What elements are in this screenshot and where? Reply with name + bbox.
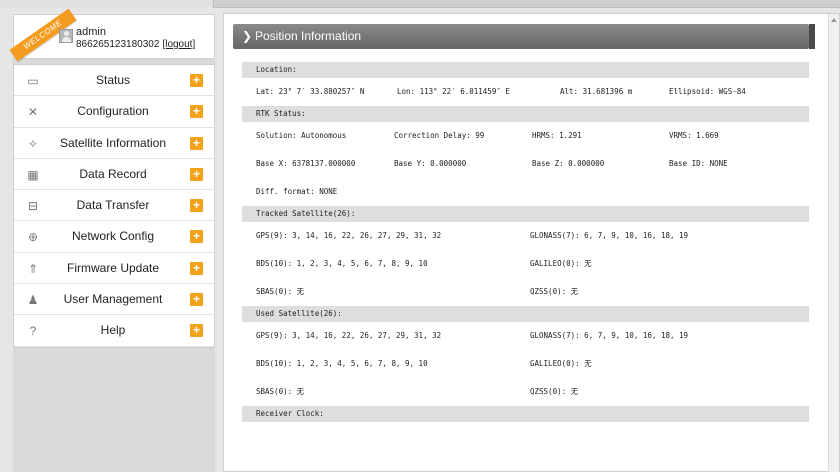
- expand-icon[interactable]: +: [190, 199, 203, 213]
- menu-item-network-config[interactable]: ⊕ Network Config +: [14, 221, 214, 253]
- tracked-row-3: SBAS(0): 无 QZSS(0): 无: [242, 278, 809, 306]
- globe-icon: ⊕: [27, 230, 39, 245]
- sidebar: WELCOME admin 866265123180302 [logout] ▭ …: [9, 8, 215, 472]
- expand-icon[interactable]: +: [190, 230, 203, 244]
- device-id-line: 866265123180302 [logout]: [76, 39, 195, 50]
- menu-item-help[interactable]: ? Help +: [14, 315, 214, 347]
- side-menu: ▭ Status + ✕ Configuration + ✧ Satellite…: [13, 64, 215, 348]
- username: admin: [76, 26, 106, 38]
- ellipsoid-value: Ellipsoid: WGS-84: [669, 87, 746, 96]
- expand-icon[interactable]: +: [190, 136, 203, 150]
- used-sbas: SBAS(0): 无: [256, 387, 305, 396]
- menu-label: User Management: [63, 292, 163, 307]
- menu-label: Status: [95, 73, 131, 87]
- scroll-up-icon[interactable]: [831, 18, 837, 22]
- main-panel: ❯ Position Information Location: Lat: 23…: [223, 13, 840, 472]
- device-id: 866265123180302: [76, 39, 160, 50]
- monitor-icon: ▭: [27, 74, 39, 88]
- used-gps: GPS(9): 3, 14, 16, 22, 26, 27, 29, 31, 3…: [256, 331, 442, 340]
- menu-label: Data Record: [79, 166, 147, 181]
- tracked-gps: GPS(9): 3, 14, 16, 22, 26, 27, 29, 31, 3…: [256, 231, 442, 240]
- user-card: WELCOME admin 866265123180302 [logout]: [9, 8, 215, 62]
- expand-icon[interactable]: +: [190, 105, 203, 119]
- chevron-right-icon: ❯: [242, 29, 253, 43]
- panel-title: Position Information: [255, 29, 362, 43]
- location-row: Lat: 23° 7′ 33.880257″ N Lon: 113° 22′ 6…: [242, 78, 809, 106]
- users-icon: ♟: [27, 293, 39, 308]
- section-header-clock: Receiver Clock:: [242, 406, 809, 422]
- vrms-value: VRMS: 1.669: [669, 131, 719, 140]
- upload-icon: ⇑: [27, 261, 39, 276]
- top-bar: [0, 0, 840, 8]
- tracked-row-2: BDS(10): 1, 2, 3, 4, 5, 6, 7, 8, 9, 10 G…: [242, 250, 809, 278]
- base-z-value: Base Z: 0.000000: [532, 159, 605, 168]
- section-header-location: Location:: [242, 62, 809, 78]
- used-row-3: SBAS(0): 无 QZSS(0): 无: [242, 378, 809, 406]
- used-bds: BDS(10): 1, 2, 3, 4, 5, 6, 7, 8, 9, 10: [256, 359, 428, 368]
- menu-item-configuration[interactable]: ✕ Configuration +: [14, 96, 214, 128]
- menu-label: Help: [100, 323, 126, 338]
- menu-item-satellite-information[interactable]: ✧ Satellite Information +: [14, 128, 214, 159]
- menu-label: Data Transfer: [76, 198, 150, 213]
- base-x-value: Base X: 6378137.000000: [256, 159, 356, 168]
- alt-value: Alt: 31.681396 m: [560, 87, 633, 96]
- avatar-icon: [59, 29, 73, 43]
- calendar-icon: ▦: [27, 167, 39, 182]
- help-icon: ?: [29, 324, 37, 339]
- satellite-icon: ✧: [27, 136, 39, 151]
- logout-link[interactable]: [logout]: [162, 39, 195, 50]
- menu-item-status[interactable]: ▭ Status +: [14, 65, 214, 97]
- expand-icon[interactable]: +: [190, 261, 203, 275]
- used-qzss: QZSS(0): 无: [530, 387, 579, 396]
- panel-title-bar: ❯ Position Information: [233, 24, 815, 49]
- used-row-1: GPS(9): 3, 14, 16, 22, 26, 27, 29, 31, 3…: [242, 322, 809, 350]
- used-galileo: GALILEO(0): 无: [530, 359, 592, 368]
- expand-icon[interactable]: +: [190, 74, 203, 87]
- solution-value: Solution: Autonomous: [256, 131, 347, 140]
- rtk-row-3: Diff. format: NONE: [242, 178, 809, 206]
- section-header-tracked: Tracked Satellite(26):: [242, 206, 809, 222]
- hrms-value: HRMS: 1.291: [532, 131, 582, 140]
- menu-item-data-transfer[interactable]: ⊟ Data Transfer +: [14, 190, 214, 222]
- base-id-value: Base ID: NONE: [669, 159, 728, 168]
- correction-delay-value: Correction Delay: 99: [394, 131, 485, 140]
- info-content: Location: Lat: 23° 7′ 33.880257″ N Lon: …: [242, 62, 809, 422]
- tools-icon: ✕: [27, 105, 39, 120]
- section-header-used: Used Satellite(26):: [242, 306, 809, 322]
- transfer-icon: ⊟: [27, 199, 39, 214]
- rtk-row-2: Base X: 6378137.000000 Base Y: 0.000000 …: [242, 150, 809, 178]
- tracked-glonass: GLONASS(7): 6, 7, 9, 10, 16, 18, 19: [530, 231, 689, 240]
- tracked-qzss: QZSS(0): 无: [530, 287, 579, 296]
- menu-label: Firmware Update: [66, 260, 160, 275]
- tracked-galileo: GALILEO(0): 无: [530, 259, 592, 268]
- expand-icon[interactable]: +: [190, 293, 203, 307]
- top-tab: [0, 0, 214, 8]
- base-y-value: Base Y: 0.000000: [394, 159, 467, 168]
- lon-value: Lon: 113° 22′ 6.011459″ E: [397, 87, 510, 96]
- menu-label: Satellite Information: [59, 135, 167, 150]
- lat-value: Lat: 23° 7′ 33.880257″ N: [256, 87, 365, 96]
- expand-icon[interactable]: +: [190, 167, 203, 181]
- tracked-sbas: SBAS(0): 无: [256, 287, 305, 296]
- tracked-row-1: GPS(9): 3, 14, 16, 22, 26, 27, 29, 31, 3…: [242, 222, 809, 250]
- expand-icon[interactable]: +: [190, 324, 203, 338]
- menu-label: Configuration: [77, 104, 149, 119]
- used-row-2: BDS(10): 1, 2, 3, 4, 5, 6, 7, 8, 9, 10 G…: [242, 350, 809, 378]
- menu-item-firmware-update[interactable]: ⇑ Firmware Update +: [14, 253, 214, 285]
- diff-format-value: Diff. format: NONE: [256, 187, 338, 196]
- menu-item-user-management[interactable]: ♟ User Management +: [14, 284, 214, 316]
- rtk-row-1: Solution: Autonomous Correction Delay: 9…: [242, 122, 809, 150]
- menu-item-data-record[interactable]: ▦ Data Record +: [14, 159, 214, 191]
- section-header-rtk: RTK Status:: [242, 106, 809, 122]
- menu-label: Network Config: [71, 229, 155, 244]
- used-glonass: GLONASS(7): 6, 7, 9, 10, 16, 18, 19: [530, 331, 689, 340]
- tracked-bds: BDS(10): 1, 2, 3, 4, 5, 6, 7, 8, 9, 10: [256, 259, 428, 268]
- scrollbar[interactable]: [828, 14, 839, 472]
